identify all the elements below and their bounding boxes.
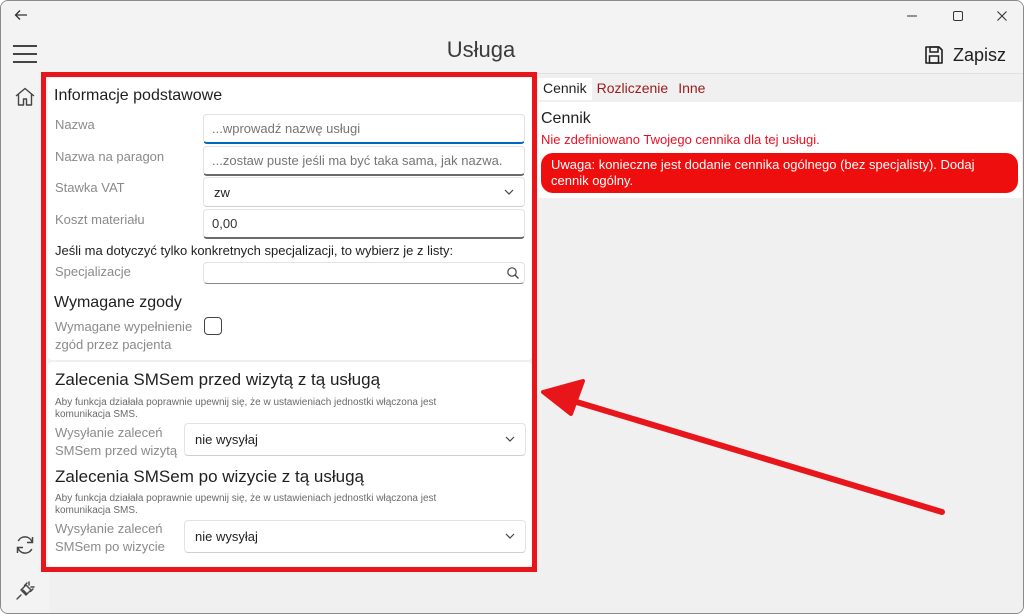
material-cost-label: Koszt materiału [55, 212, 145, 227]
pricelist-warning: Nie zdefiniowano Twojego cennika dla tej… [541, 132, 820, 147]
plug-icon[interactable] [13, 579, 37, 603]
sms-before-value: nie wysyłaj [195, 432, 258, 447]
specialization-hint: Jeśli ma dotyczyć tylko konkretnych spec… [55, 243, 454, 258]
specialization-label: Specjalizacje [55, 264, 131, 279]
title-bar [1, 1, 1023, 33]
consents-title: Wymagane zgody [54, 294, 182, 311]
receipt-name-label: Nazwa na paragon [55, 149, 165, 164]
search-icon [507, 267, 519, 279]
minimize-button[interactable] [897, 7, 927, 27]
sms-after-title: Zalecenia SMSem po wizycie z tą usługą [55, 467, 364, 486]
maximize-button[interactable] [943, 7, 973, 27]
name-input[interactable] [203, 114, 525, 144]
vat-select[interactable]: zw [203, 177, 525, 207]
sync-icon[interactable] [13, 533, 37, 557]
sms-before-select[interactable]: nie wysyłaj [184, 423, 526, 456]
material-cost-input[interactable] [203, 209, 525, 239]
pricelist-alert[interactable]: Uwaga: konieczne jest dodanie cennika og… [541, 153, 1018, 193]
consent-label-line2: zgód przez pacjenta [55, 337, 172, 352]
chevron-down-icon [505, 531, 515, 542]
sidebar [1, 33, 49, 613]
sms-before-title: Zalecenia SMSem przed wizytą z tą usługą [55, 370, 381, 389]
basic-info-title: Informacje podstawowe [54, 87, 223, 104]
tab-other[interactable]: Inne [673, 78, 710, 100]
sms-after-label-line2: SMSem po wizycie [55, 539, 165, 554]
save-disk-icon [925, 46, 943, 64]
back-arrow-icon[interactable] [11, 7, 31, 27]
sms-after-value: nie wysyłaj [195, 529, 258, 544]
specialization-search-input[interactable] [203, 262, 525, 284]
tab-settlement[interactable]: Rozliczenie [592, 78, 674, 100]
save-button[interactable]: Zapisz [923, 41, 1006, 69]
patient-consent-checkbox[interactable] [204, 317, 222, 335]
tab-bar: Cennik Rozliczenie Inne [538, 78, 710, 100]
consent-label-line1: Wymagane wypełnienie [55, 319, 193, 334]
vat-label: Stawka VAT [55, 180, 125, 195]
receipt-name-input[interactable] [203, 146, 525, 176]
sms-after-label-line1: Wysyłanie zaleceń [55, 521, 163, 536]
home-icon[interactable] [13, 85, 37, 109]
save-label: Zapisz [953, 44, 1007, 65]
name-label: Nazwa [55, 117, 95, 132]
tab-pricelist[interactable]: Cennik [538, 78, 592, 100]
pricelist-title: Cennik [541, 110, 591, 127]
sms-after-note-line2: komunikacja SMS. [55, 505, 138, 516]
sms-after-select[interactable]: nie wysyłaj [184, 520, 526, 553]
sms-before-label-line1: Wysyłanie zaleceń [55, 425, 163, 440]
sms-before-note-line2: komunikacja SMS. [55, 409, 138, 420]
hamburger-menu-icon[interactable] [13, 45, 37, 63]
sms-before-label-line2: SMSem przed wizytą [55, 443, 178, 458]
chevron-down-icon [505, 434, 515, 445]
vat-value: zw [214, 184, 230, 200]
chevron-down-icon [504, 187, 514, 198]
page-title: Usługa [446, 37, 516, 62]
close-button[interactable] [987, 7, 1017, 27]
